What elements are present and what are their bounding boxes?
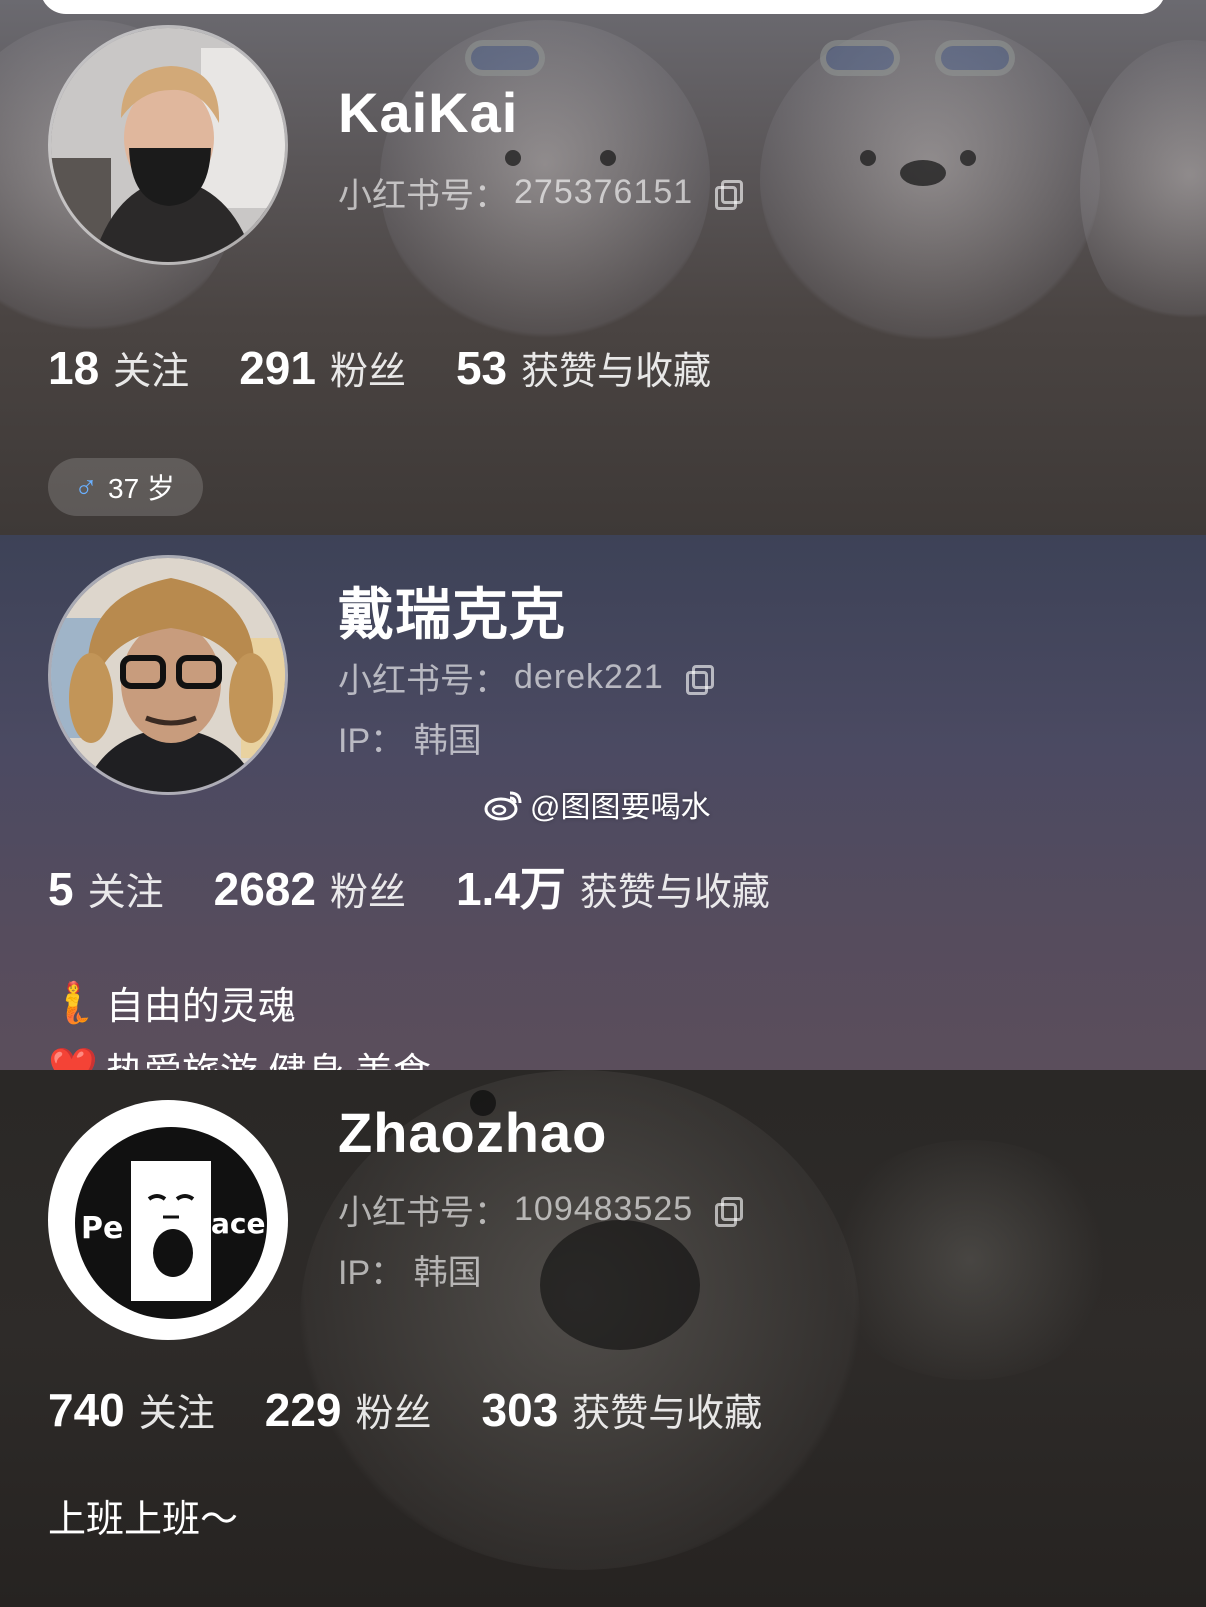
bio-line: 上班上班～ [48, 1488, 238, 1543]
stat-label: 粉丝 [355, 1393, 432, 1435]
bio-text: 上班上班～ [48, 1499, 239, 1541]
likes-stat[interactable]: 53 获赞与收藏 [456, 340, 711, 395]
watermark-text: @图图要喝水 [530, 791, 711, 824]
redbook-id-row: 小红书号： 109483525 [338, 1185, 744, 1234]
followers-stat[interactable]: 229 粉丝 [265, 1382, 432, 1437]
stat-label: 获赞与收藏 [572, 1393, 763, 1435]
stat-number: 5 [48, 863, 74, 915]
background-decor [900, 160, 946, 186]
avatar-lettering: Pe [81, 1211, 123, 1246]
avatar-lettering: ace [211, 1207, 265, 1240]
background-decor [820, 40, 900, 76]
stat-label: 获赞与收藏 [521, 351, 712, 393]
bio-line: ❤️ 热爱旅游 健身 美食 [48, 1041, 431, 1070]
stat-label: 关注 [113, 351, 190, 393]
stat-number: 18 [48, 342, 100, 394]
age-text: 37 岁 [108, 473, 175, 504]
profile-card-derek: 戴瑞克克 小红书号： derek221 IP： 韩国 @图图要喝水 5 关注 2… [0, 535, 1206, 1070]
stat-label: 关注 [138, 1393, 215, 1435]
stat-number: 53 [455, 342, 508, 394]
following-stat[interactable]: 5 关注 [48, 861, 164, 916]
redbook-id-value: derek221 [514, 658, 664, 696]
background-decor [505, 150, 521, 166]
stat-number: 303 [481, 1384, 559, 1436]
stat-label: 获赞与收藏 [579, 872, 770, 914]
avatar[interactable] [48, 25, 288, 265]
bio-line: 🧜 自由的灵魂 [48, 975, 296, 1030]
stat-label: 关注 [87, 872, 164, 914]
top-sheet-edge [40, 0, 1166, 14]
merperson-icon: 🧜 [48, 981, 98, 1025]
ip-location: IP： 韩国 [338, 722, 482, 760]
background-plush [1080, 40, 1206, 340]
stats-row: 18 关注 291 粉丝 53 获赞与收藏 [48, 340, 761, 395]
heart-icon: ❤️ [48, 1047, 98, 1070]
avatar[interactable] [48, 555, 288, 795]
likes-stat[interactable]: 303 获赞与收藏 [482, 1382, 763, 1437]
profile-card-zhaozhao: Pe ace Zhaozhao 小红书号： 109483525 IP： 韩国 7… [0, 1070, 1206, 1607]
redbook-id-row: 小红书号： 275376151 [338, 168, 744, 217]
background-decor [960, 150, 976, 166]
avatar[interactable]: Pe ace [48, 1100, 288, 1340]
stat-label: 粉丝 [329, 872, 406, 914]
background-decor [600, 150, 616, 166]
male-icon: ♂ [74, 468, 98, 505]
likes-stat[interactable]: 1.4万 获赞与收藏 [456, 853, 770, 919]
stat-number: 2682 [213, 863, 316, 915]
profile-name: KaiKai [338, 81, 519, 144]
stats-row: 740 关注 229 粉丝 303 获赞与收藏 [48, 1382, 812, 1437]
background-decor [860, 150, 876, 166]
followers-stat[interactable]: 291 粉丝 [239, 340, 406, 395]
weibo-watermark: @图图要喝水 [484, 782, 710, 826]
following-stat[interactable]: 740 关注 [48, 1382, 215, 1437]
bio-text: 自由的灵魂 [105, 986, 296, 1028]
redbook-id-label: 小红书号： [338, 1194, 508, 1232]
copy-icon[interactable] [713, 1196, 744, 1227]
bio-text: 热爱旅游 健身 美食 [106, 1041, 431, 1070]
stat-number: 1.4万 [455, 863, 566, 915]
redbook-id-value: 275376151 [514, 173, 694, 211]
profile-name: 戴瑞克克 [338, 583, 566, 646]
redbook-id-row: 小红书号： derek221 [338, 653, 714, 702]
stat-number: 229 [264, 1384, 342, 1436]
background-plush [820, 1140, 1120, 1380]
background-decor [540, 1220, 700, 1350]
copy-icon[interactable] [713, 179, 744, 210]
following-stat[interactable]: 18 关注 [48, 340, 189, 395]
stat-number: 291 [239, 342, 316, 394]
ip-location: IP： 韩国 [338, 1254, 482, 1292]
followers-stat[interactable]: 2682 粉丝 [214, 861, 406, 916]
redbook-id-value: 109483525 [514, 1190, 694, 1228]
background-decor [465, 40, 545, 76]
stat-label: 粉丝 [329, 351, 406, 393]
profile-card-kaikai: KaiKai 小红书号： 275376151 18 关注 291 粉丝 53 获… [0, 0, 1206, 535]
redbook-id-label: 小红书号： [338, 662, 508, 700]
weibo-icon [484, 791, 522, 821]
stat-number: 740 [48, 1384, 125, 1436]
copy-icon[interactable] [684, 664, 714, 695]
redbook-id-label: 小红书号： [338, 177, 508, 215]
stats-row: 5 关注 2682 粉丝 1.4万 获赞与收藏 [48, 853, 820, 919]
gender-age-tag: ♂ 37 岁 [48, 458, 203, 516]
profile-name: Zhaozhao [338, 1101, 608, 1164]
background-decor [935, 40, 1015, 76]
